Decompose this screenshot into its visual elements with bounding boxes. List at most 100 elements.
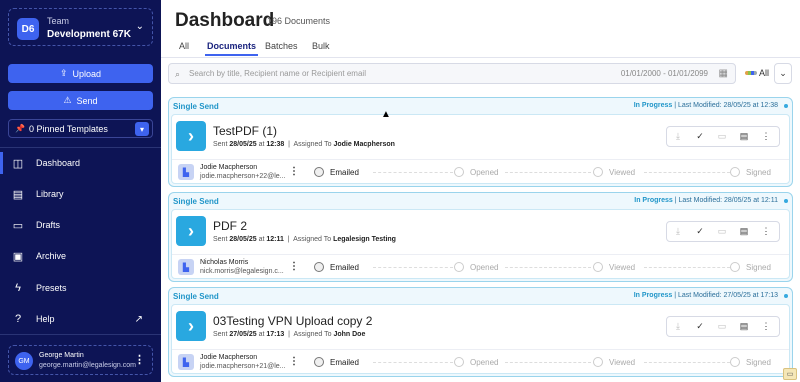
upload-button[interactable]: ⇪ Upload — [8, 64, 153, 83]
status-label: In Progress — [634, 197, 673, 204]
check-circle-icon[interactable]: ✓ — [694, 226, 706, 237]
send-button[interactable]: ⚠ Send — [8, 91, 153, 110]
assigned-to: Jodie Macpherson — [333, 141, 395, 148]
card-status: In Progress | Last Modified: 27/05/25 at… — [633, 292, 778, 299]
clipboard-icon[interactable]: ▤ — [738, 131, 750, 142]
nav-dashboard[interactable]: ◫ Dashboard — [0, 152, 161, 174]
sent-time: 17:13 — [266, 331, 285, 338]
help-icon: ? — [14, 313, 22, 325]
document-actions: ⤓ ✓ ▭ ▤ ⋮ — [666, 221, 780, 242]
mouse-cursor-icon: ▲ — [381, 109, 391, 120]
document-card[interactable]: Single Send In Progress | Last Modified:… — [168, 97, 793, 187]
divider — [0, 147, 161, 148]
search-input[interactable]: Search by title, Recipient name or Recip… — [189, 69, 366, 78]
status-filter[interactable]: All — [741, 63, 771, 84]
tab-all[interactable]: All — [179, 41, 189, 51]
kebab-menu-icon[interactable]: ⋮ — [760, 321, 772, 332]
recipient-avatar: ▙ — [178, 164, 194, 180]
download-icon[interactable]: ⤓ — [672, 321, 684, 332]
status-label: In Progress — [633, 292, 673, 299]
step-connector — [505, 267, 591, 268]
clipboard-icon[interactable]: ▤ — [738, 226, 750, 237]
sent-date: 27/05/25 — [229, 331, 257, 338]
step-label: Opened — [470, 168, 499, 177]
document-actions: ⤓ ✓ ▭ ▤ ⋮ — [666, 126, 780, 147]
external-link-icon: ↗ — [134, 313, 143, 325]
user-email: george.martin@legalesign.com — [39, 362, 136, 369]
step-circle — [454, 262, 464, 272]
step-circle — [730, 262, 740, 272]
drafts-icon: ▭ — [12, 219, 24, 232]
step-label: Opened — [470, 358, 499, 367]
archive-icon[interactable]: ▭ — [716, 131, 728, 142]
nav-label: Library — [36, 189, 64, 199]
document-card[interactable]: Single Send In Progress | Last Modified:… — [168, 287, 793, 377]
archive-icon[interactable]: ▭ — [716, 321, 728, 332]
sent-info: Sent 27/05/25 at 17:13 | Assigned To Joh… — [213, 331, 366, 338]
document-list: Single Send In Progress | Last Modified:… — [168, 97, 793, 382]
tab-documents[interactable]: Documents — [204, 41, 259, 56]
kebab-menu-icon[interactable]: ⋮ — [289, 356, 299, 367]
assigned-prefix: Assigned To — [293, 331, 332, 338]
send-label: Send — [76, 95, 98, 106]
status-dot — [784, 294, 788, 298]
user-menu[interactable]: GM George Martin george.martin@legalesig… — [8, 345, 153, 375]
kebab-menu-icon[interactable]: ⋮ — [289, 261, 299, 272]
step-label: Emailed — [330, 358, 359, 367]
tabs-divider — [161, 57, 800, 58]
divider — [172, 159, 789, 160]
send-type: Single Send — [173, 197, 219, 206]
sent-at: at — [258, 236, 265, 243]
nav-label: Help — [36, 314, 55, 324]
filter-label: All — [759, 68, 770, 78]
document-title[interactable]: TestPDF (1) — [213, 124, 277, 138]
download-icon[interactable]: ⤓ — [672, 226, 684, 237]
clipboard-icon[interactable]: ▤ — [738, 321, 750, 332]
card-body: › PDF 2 Sent 28/05/25 at 12:11 | Assigne… — [171, 209, 790, 279]
page-title: Dashboard — [175, 10, 275, 31]
archive-icon[interactable]: ▭ — [716, 226, 728, 237]
card-body: › 03Testing VPN Upload copy 2 Sent 27/05… — [171, 304, 790, 374]
nav-presets[interactable]: ϟ Presets — [0, 277, 161, 299]
step-label: Signed — [746, 168, 771, 177]
sent-at: at — [258, 331, 265, 338]
nav-drafts[interactable]: ▭ Drafts — [0, 214, 161, 236]
recipient-name: Jodie Macpherson — [200, 164, 258, 171]
calendar-icon[interactable]: ▦ — [719, 68, 728, 79]
library-icon: ▤ — [12, 188, 24, 201]
pinned-templates[interactable]: 📌 0 Pinned Templates ▾ — [8, 119, 153, 138]
document-title[interactable]: 03Testing VPN Upload copy 2 — [213, 314, 372, 328]
download-icon[interactable]: ⤓ — [672, 131, 684, 142]
chat-icon[interactable]: ▭ — [783, 368, 797, 380]
search-bar[interactable]: ⌕ Search by title, Recipient name or Rec… — [168, 63, 736, 84]
step-circle — [730, 357, 740, 367]
expand-button[interactable]: ⌄ — [774, 63, 792, 84]
chevron-down-icon[interactable]: ▾ — [135, 122, 149, 136]
pinned-label: 0 Pinned Templates — [29, 124, 108, 134]
nav-help[interactable]: ? Help ↗ — [0, 308, 161, 330]
kebab-menu-icon[interactable]: ⋮ — [134, 353, 145, 366]
recipient-name: Nicholas Morris — [200, 259, 249, 266]
kebab-menu-icon[interactable]: ⋮ — [289, 166, 299, 177]
document-title[interactable]: PDF 2 — [213, 219, 247, 233]
kebab-menu-icon[interactable]: ⋮ — [760, 131, 772, 142]
recipient-name: Jodie Macpherson — [200, 354, 258, 361]
check-circle-icon[interactable]: ✓ — [694, 131, 706, 142]
kebab-menu-icon[interactable]: ⋮ — [760, 226, 772, 237]
document-card[interactable]: Single Send In Progress | Last Modified:… — [168, 192, 793, 282]
tab-bulk[interactable]: Bulk — [312, 41, 330, 51]
recipient-email: jodie.macpherson+22@le... — [200, 173, 286, 180]
check-circle-icon[interactable]: ✓ — [694, 321, 706, 332]
step-connector — [644, 172, 730, 173]
search-icon: ⌕ — [175, 69, 181, 79]
team-switcher[interactable]: D6 Team Development 67K ⌄ — [8, 8, 153, 46]
last-modified: Last Modified: 27/05/25 at 17:13 — [677, 292, 778, 299]
tab-batches[interactable]: Batches — [265, 41, 298, 51]
nav-archive[interactable]: ▣ Archive — [0, 245, 161, 267]
nav-library[interactable]: ▤ Library — [0, 183, 161, 205]
status-dots-icon — [745, 71, 757, 75]
assigned-prefix: Assigned To — [293, 236, 332, 243]
avatar: GM — [15, 352, 33, 370]
step-circle — [314, 167, 324, 177]
date-range[interactable]: 01/01/2000 - 01/01/2099 — [621, 69, 708, 78]
